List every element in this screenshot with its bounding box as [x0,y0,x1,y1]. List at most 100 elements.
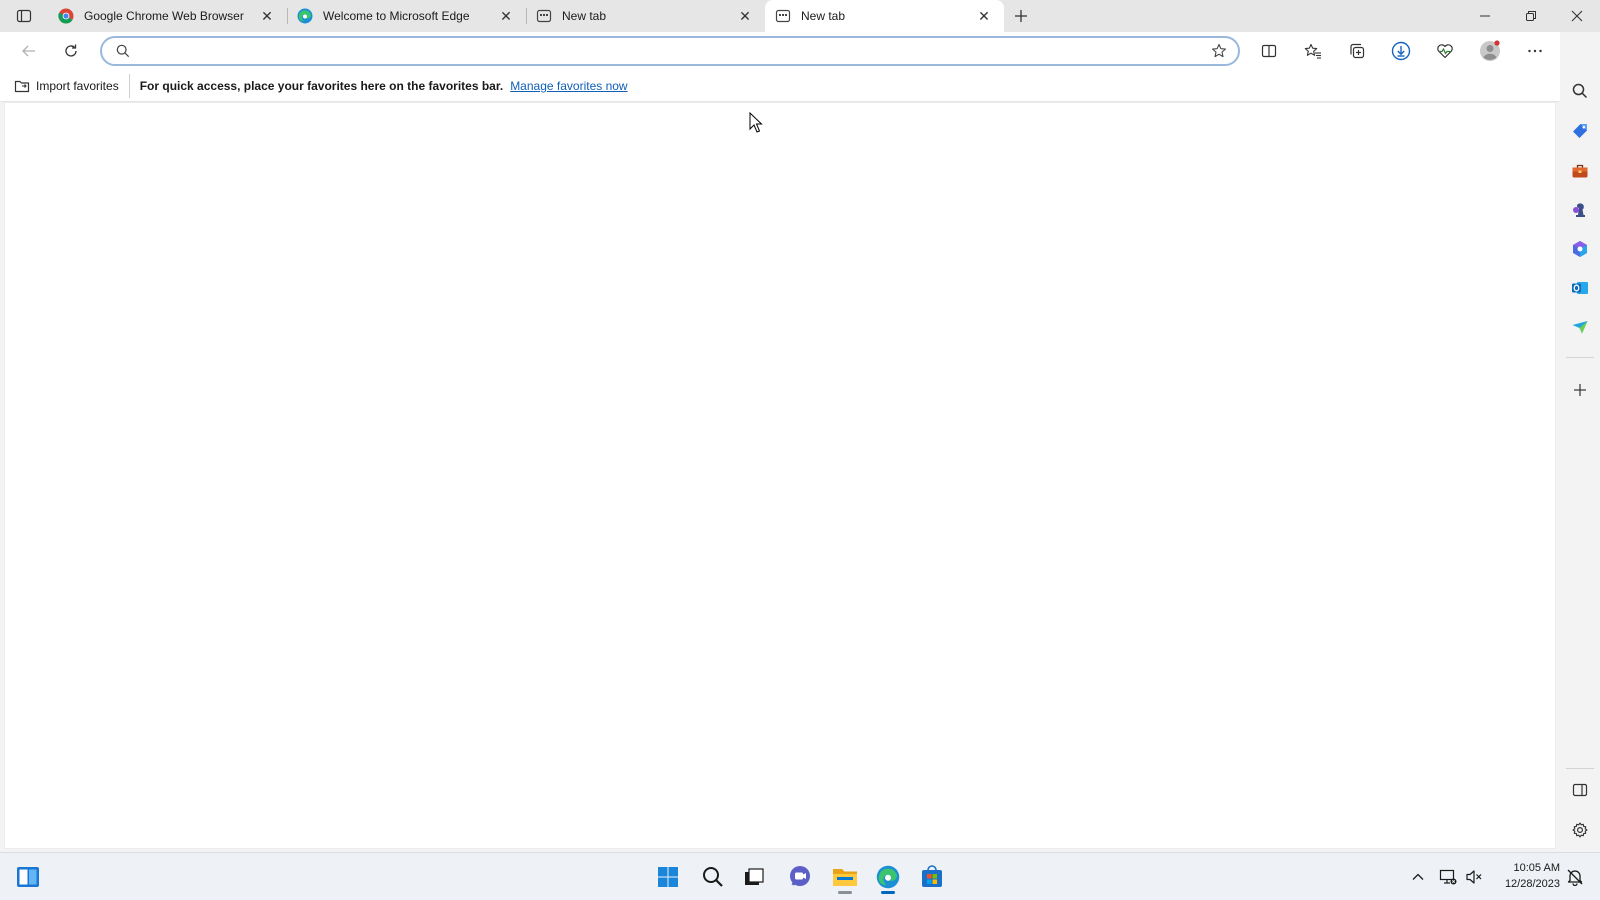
search-icon [703,867,723,887]
sidebar-divider [1566,357,1594,358]
outlook-icon [1572,282,1588,294]
tab-google-chrome[interactable]: Google Chrome Web Browser ✕ [48,0,288,32]
task-view-icon [745,868,764,885]
task-view-button[interactable] [736,859,772,895]
teams-chat-button[interactable] [782,859,818,895]
tab-new-tab-active[interactable]: New tab ✕ [765,0,1004,32]
chat-icon [790,866,810,886]
address-bar[interactable] [100,36,1240,66]
browser-essentials-button[interactable] [1429,36,1461,66]
sidebar-tools-button[interactable] [1564,155,1596,187]
page-content-area[interactable] [4,102,1556,849]
split-screen-button[interactable] [1253,36,1285,66]
search-icon [1572,83,1588,99]
edge-icon [876,865,900,889]
notifications-button[interactable] [1560,859,1590,895]
tab-title: Welcome to Microsoft Edge [323,9,470,23]
close-window-button[interactable] [1554,0,1600,32]
profile-button[interactable] [1474,36,1506,66]
back-arrow-icon [22,45,35,57]
tab-actions-button[interactable] [0,0,48,32]
windows-taskbar: 10:05 AM 12/28/2023 [0,852,1600,900]
favorites-button[interactable] [1297,36,1329,66]
sidebar-settings-button[interactable] [1564,814,1596,846]
mouse-cursor-icon [749,112,763,133]
window-controls [1462,0,1600,32]
edge-taskbar-button[interactable] [870,859,906,895]
network-tray-icon[interactable] [1436,859,1460,895]
collections-button[interactable] [1341,36,1373,66]
back-button[interactable] [14,36,44,66]
speaker-muted-icon [1466,870,1482,884]
notification-bell-icon [1567,869,1583,886]
import-favorites-button[interactable]: Import favorites [14,73,130,98]
sidebar-divider [1566,768,1594,769]
newtab-page-icon [775,8,791,24]
sidebar-outlook-button[interactable] [1564,272,1596,304]
sidebar-drop-button[interactable] [1564,311,1596,343]
tab-welcome-edge[interactable]: Welcome to Microsoft Edge ✕ [287,0,527,32]
plus-icon [1574,384,1586,396]
restore-button[interactable] [1508,0,1554,32]
taskbar-clock[interactable]: 10:05 AM 12/28/2023 [1490,860,1560,892]
tab-title: New tab [562,9,607,23]
show-hidden-icons-button[interactable] [1406,859,1430,895]
running-indicator [838,891,852,894]
heart-pulse-icon [1437,44,1453,59]
sidebar-m365-button[interactable] [1564,233,1596,265]
tab-title: New tab [801,9,846,23]
newtab-page-icon [536,8,552,24]
start-button[interactable] [650,859,686,895]
edge-sidebar [1560,32,1600,852]
minimize-button[interactable] [1462,0,1508,32]
favorites-bar-message: For quick access, place your favorites h… [139,78,504,93]
refresh-button[interactable] [56,36,86,66]
chess-piece-icon [1573,203,1585,217]
close-tab-icon[interactable]: ✕ [974,6,994,26]
gear-icon [1572,822,1588,838]
windows-logo-icon [658,867,678,887]
favorites-bar: Import favorites For quick access, place… [0,70,1560,102]
manage-favorites-link[interactable]: Manage favorites now [510,79,627,93]
sidebar-games-button[interactable] [1564,194,1596,226]
sidebar-search-button[interactable] [1564,75,1596,107]
hide-sidebar-button[interactable] [1564,774,1596,806]
split-screen-icon [1261,44,1277,58]
close-tab-icon[interactable]: ✕ [257,6,277,26]
active-app-indicator [881,891,895,894]
clock-time: 10:05 AM [1513,862,1560,874]
close-tab-icon[interactable]: ✕ [496,6,516,26]
settings-menu-button[interactable] [1519,36,1551,66]
widgets-button[interactable] [10,859,46,895]
refresh-icon [65,44,77,57]
address-input[interactable] [138,40,1204,62]
tab-new-tab[interactable]: New tab ✕ [526,0,765,32]
sidebar-add-button[interactable] [1564,374,1596,406]
more-options-icon [1528,49,1542,53]
microsoft365-icon [1573,241,1587,257]
sidebar-shopping-button[interactable] [1564,115,1596,147]
close-tab-icon[interactable]: ✕ [735,6,755,26]
plus-icon [1015,10,1027,22]
avatar-icon [1480,40,1500,61]
shopping-tag-icon [1573,124,1587,138]
download-icon [1391,41,1411,61]
close-icon [1571,10,1583,22]
folder-icon [833,869,857,886]
favorites-list-icon [1304,43,1321,59]
network-monitor-icon [1439,869,1457,885]
sidebar-panel-icon [1572,783,1588,797]
add-favorite-star-icon[interactable] [1204,38,1234,64]
vertical-tabs-icon [16,9,32,23]
widgets-icon [17,867,39,887]
downloads-button[interactable] [1385,36,1417,66]
import-favorites-label: Import favorites [36,78,119,93]
collections-icon [1350,43,1365,59]
taskbar-search-button[interactable] [695,859,731,895]
import-favorites-icon [14,80,30,92]
volume-tray-icon[interactable] [1462,859,1486,895]
microsoft-store-button[interactable] [914,859,950,895]
file-explorer-button[interactable] [827,859,863,895]
new-tab-button[interactable] [1004,0,1038,32]
browser-toolbar [0,32,1600,70]
